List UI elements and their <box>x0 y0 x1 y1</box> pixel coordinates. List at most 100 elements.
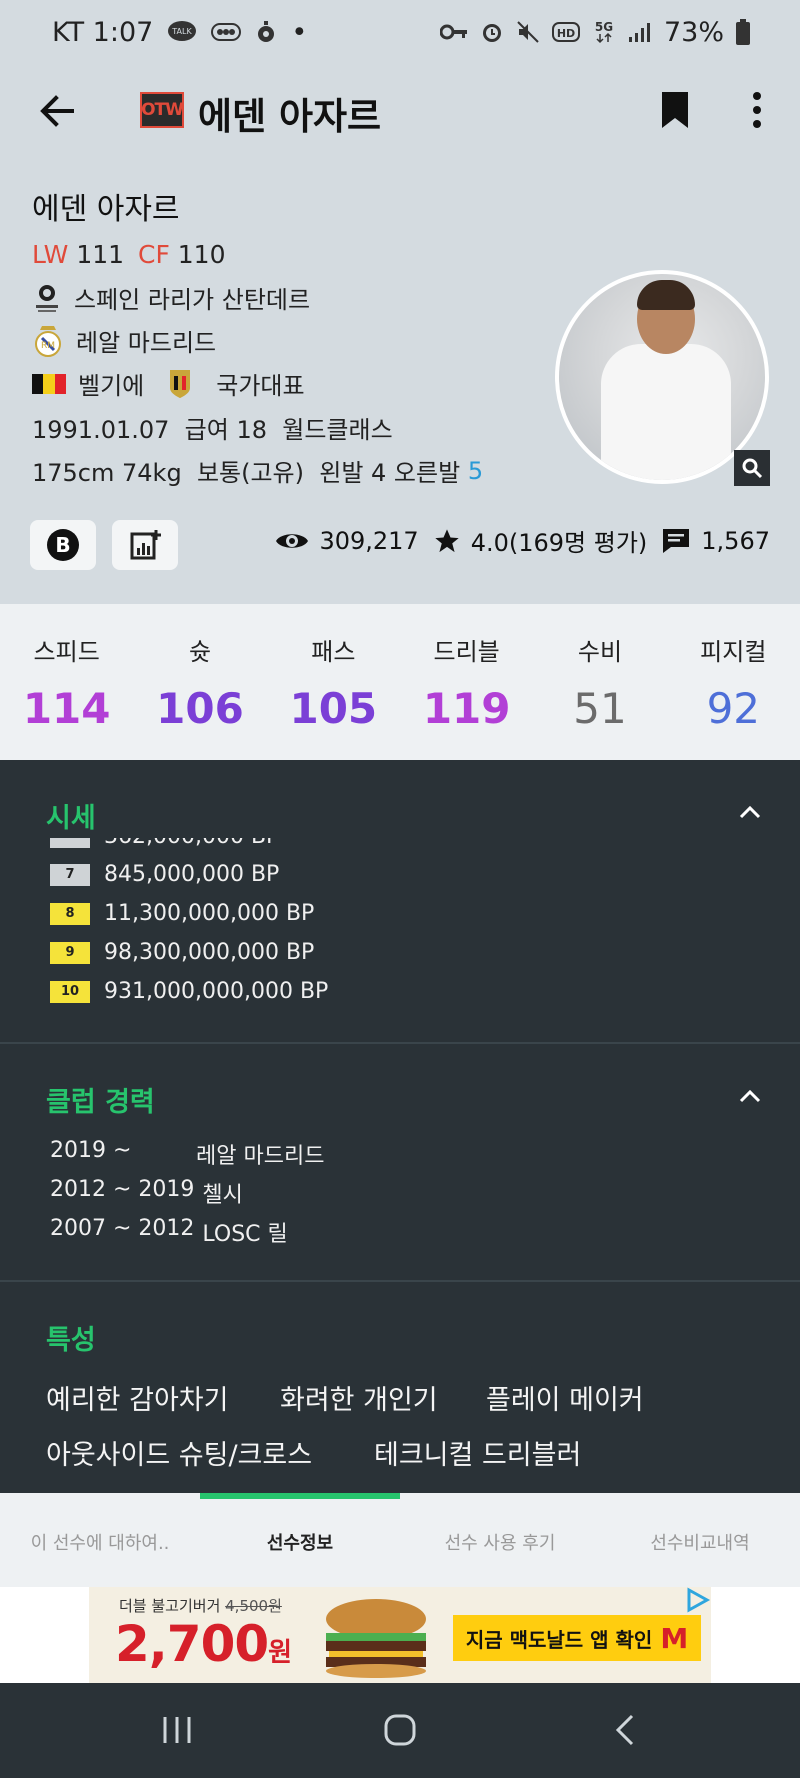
svg-text:5G: 5G <box>595 20 613 34</box>
otw-badge: OTW <box>140 92 184 128</box>
level-badge: 7 <box>50 863 90 886</box>
mcdonalds-logo: M <box>660 1621 689 1655</box>
price-value: 845,000,000 BP <box>104 862 280 887</box>
ability-label: 패스 <box>311 638 356 666</box>
photo-hair <box>637 280 695 310</box>
trait-item: 아웃사이드 슈팅/크로스 <box>46 1440 313 1471</box>
club-history-row: 2019 ~ 레알 마드리드 <box>50 1138 324 1170</box>
nation-row: 벨기에 국가대표 <box>32 366 305 401</box>
search-icon <box>742 458 763 479</box>
comment-icon <box>663 528 690 553</box>
price-row: 10 931,000,000,000 BP <box>50 979 328 1004</box>
price-value: 931,000,000,000 BP <box>104 979 329 1004</box>
rating-stat[interactable]: 4.0(169명 평가) <box>433 523 648 558</box>
right-foot-value: 5 <box>467 456 484 485</box>
more-vert-icon[interactable] <box>746 90 768 130</box>
bp-button[interactable]: B <box>30 520 96 570</box>
views-count: 309,217 <box>319 526 419 555</box>
recent-apps-icon[interactable] <box>160 1713 194 1747</box>
ad-price-unit: 원 <box>268 1638 292 1668</box>
tab-reviews[interactable]: 선수 사용 후기 <box>400 1529 600 1555</box>
price-row: 9 98,300,000,000 BP <box>50 940 314 965</box>
ad-product: 더블 불고기버거 <box>119 1597 226 1615</box>
carrier-time: KT 1:07 <box>52 16 154 48</box>
club-history-name: LOSC 릴 <box>202 1222 288 1247</box>
body-line: 175cm 74kg 보통(고유) 왼발 4 오른발 <box>32 459 468 487</box>
page-title: 에덴 아자르 <box>198 95 382 138</box>
trait-item: 화려한 개인기 <box>280 1385 438 1416</box>
tab-comparison[interactable]: 선수비교내역 <box>600 1529 800 1555</box>
ad-headline: 더블 불고기버거 4,500원 <box>119 1595 282 1616</box>
nation-name: 벨기에 <box>78 372 145 400</box>
section-divider <box>0 1042 800 1044</box>
back-arrow-icon[interactable] <box>34 88 80 134</box>
tab-player-info[interactable]: 선수정보 <box>200 1529 400 1555</box>
adchoices-icon[interactable] <box>683 1587 711 1613</box>
ability-speed: 스피드 114 <box>0 604 133 760</box>
collapse-chevron-icon[interactable] <box>738 804 762 820</box>
talk-icon: TALK <box>168 21 197 41</box>
level-badge: 9 <box>50 941 90 964</box>
system-back-icon[interactable] <box>608 1713 642 1747</box>
belgium-flag-icon <box>32 373 66 394</box>
app-bar: OTW 에덴 아자르 <box>0 64 800 156</box>
ability-value: 105 <box>289 684 378 733</box>
mute-icon <box>517 21 539 43</box>
bottom-tabs: 이 선수에 대하여.. 선수정보 선수 사용 후기 선수비교내역 <box>0 1493 800 1587</box>
club-years: 2019 ~ <box>50 1138 132 1163</box>
price-partial-row-clip: 362,000,000 BP <box>0 838 800 856</box>
ad-price-value: 2,700 <box>115 1615 269 1673</box>
league-row: 스페인 라리가 산탄데르 <box>32 280 310 315</box>
ad-price: 2,700원 <box>115 1615 292 1673</box>
engagement-stats: 309,217 4.0(169명 평가) 1,567 <box>275 523 770 558</box>
position-label: CF <box>137 240 170 269</box>
bookmark-icon[interactable] <box>660 90 690 130</box>
dot: • <box>291 16 308 48</box>
alarm-icon <box>482 24 501 42</box>
ability-label: 드리블 <box>433 638 500 666</box>
views-stat: 309,217 <box>275 526 419 555</box>
ability-label: 피지컬 <box>700 638 767 666</box>
trait-item: 플레이 메이커 <box>486 1385 644 1416</box>
ability-label: 수비 <box>577 638 623 666</box>
svg-text:HD: HD <box>557 27 575 40</box>
signal-icon <box>628 23 650 42</box>
ad-area: 더블 불고기버거 4,500원 2,700원 지금 맥도날드 앱 확인 M <box>0 1587 800 1683</box>
body-row: 175cm 74kg 보통(고유) 왼발 4 오른발 5 <box>32 453 483 488</box>
ability-value: 92 <box>706 684 761 733</box>
hd-icon: HD <box>551 22 580 42</box>
ad-banner[interactable]: 더블 불고기버거 4,500원 2,700원 지금 맥도날드 앱 확인 M <box>89 1587 711 1683</box>
burger-image <box>326 1599 426 1678</box>
ability-dribbling: 드리블 119 <box>400 604 533 760</box>
zoom-photo-button[interactable] <box>734 450 770 486</box>
price-row-partial: 362,000,000 BP <box>50 838 279 849</box>
price-row: 7 845,000,000 BP <box>50 862 279 887</box>
ability-value: 51 <box>573 684 627 733</box>
price-value: 98,300,000,000 BP <box>104 940 315 965</box>
5g-icon: 5G <box>595 20 613 44</box>
ad-old-price: 4,500원 <box>225 1597 282 1615</box>
details-panel: 시세 362,000,000 BP 7 845,000,000 BP 8 11,… <box>0 760 800 1493</box>
trait-item: 테크니컬 드리블러 <box>374 1440 582 1471</box>
position-rating: 111 <box>76 240 125 269</box>
ad-cta-text: 지금 맥도날드 앱 확인 <box>465 1627 653 1652</box>
comments-stat[interactable]: 1,567 <box>661 527 770 555</box>
ability-summary: 스피드 114 슛 106 패스 105 드리블 119 수비 51 피지컬 92 <box>0 604 800 760</box>
club-history-row: 2012 ~ 2019 첼시 <box>50 1177 243 1209</box>
level-badge: 8 <box>50 902 90 925</box>
add-chart-icon <box>130 530 161 560</box>
rating-value: 4.0(169명 평가) <box>470 529 648 557</box>
ability-value: 106 <box>156 684 244 733</box>
club-row: RM 레알 마드리드 <box>32 323 216 358</box>
svg-text:B: B <box>55 533 70 557</box>
home-icon[interactable] <box>383 1713 417 1747</box>
club-history-row: 2007 ~ 2012 LOSC 릴 <box>50 1216 288 1248</box>
ability-value: 114 <box>22 684 111 733</box>
ad-cta[interactable]: 지금 맥도날드 앱 확인 M <box>453 1615 701 1661</box>
collapse-chevron-icon[interactable] <box>738 1088 762 1104</box>
add-chart-button[interactable] <box>112 520 178 570</box>
ability-passing: 패스 105 <box>267 604 400 760</box>
svg-text:TALK: TALK <box>172 27 193 36</box>
svg-text:RM: RM <box>41 341 55 351</box>
tab-about-player[interactable]: 이 선수에 대하여.. <box>0 1529 200 1555</box>
